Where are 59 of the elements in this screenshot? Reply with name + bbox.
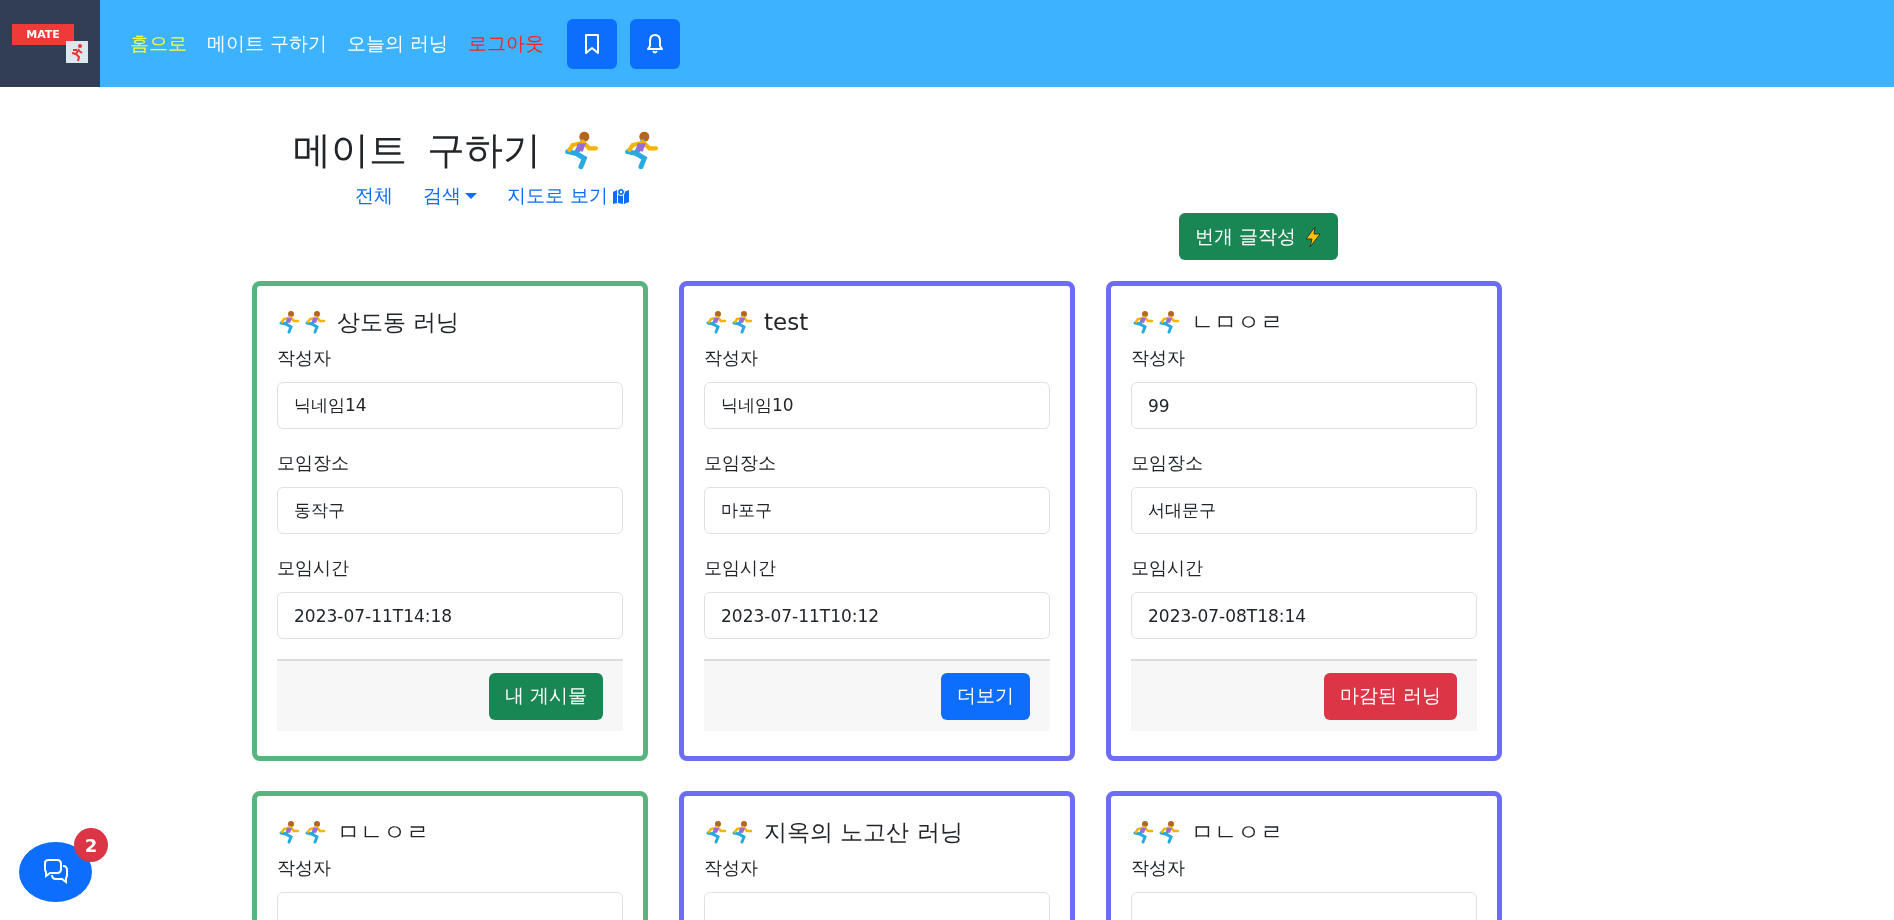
field-label: 모임시간 xyxy=(277,556,350,580)
field-label: 작성자 xyxy=(277,346,332,370)
input-field[interactable]: 99 xyxy=(1131,382,1477,429)
runner-icon xyxy=(1131,310,1155,334)
runner-icon xyxy=(730,310,754,334)
page-title: 메이트 구하기 xyxy=(293,126,542,174)
runner-icon xyxy=(65,41,88,63)
field-label: 모임시간 xyxy=(1131,556,1204,580)
logo[interactable]: MATE xyxy=(12,24,74,45)
runner-icon xyxy=(1157,820,1181,844)
runner-icon xyxy=(704,310,728,334)
nav-link[interactable]: 메이트 구하기 xyxy=(207,30,328,57)
post-action-button[interactable]: 내 게시물 xyxy=(488,672,603,720)
nav-link[interactable]: 오늘의 러닝 xyxy=(347,30,449,57)
card-title: ㄴㅁㅇㄹ xyxy=(1191,307,1283,337)
bookmark-icon xyxy=(583,32,602,55)
input-field[interactable]: 닉네임10 xyxy=(704,382,1050,429)
field-label: 작성자 xyxy=(1131,856,1186,880)
input-field[interactable]: 2023-07-11T14:18 xyxy=(277,592,623,639)
runner-icon xyxy=(303,820,327,844)
field-label: 작성자 xyxy=(1131,346,1186,370)
field-label: 모임장소 xyxy=(704,451,777,475)
field-label: 모임시간 xyxy=(704,556,777,580)
input-field[interactable]: 동작구 xyxy=(277,487,623,534)
runner-icon xyxy=(1157,310,1181,334)
input-field[interactable]: 2023-07-11T10:12 xyxy=(704,592,1050,639)
field-label: 모임장소 xyxy=(1131,451,1204,475)
post-action-button[interactable]: 마감된 러닝 xyxy=(1323,672,1457,720)
runner-icon xyxy=(303,310,327,334)
card-title: test xyxy=(764,309,809,335)
search-dropdown[interactable]: 검색 xyxy=(423,183,477,209)
field-label: 모임장소 xyxy=(277,451,350,475)
input-field[interactable]: 2023-07-08T18:14 xyxy=(1131,592,1477,639)
runner-icon xyxy=(277,820,301,844)
bookmark-button[interactable] xyxy=(567,18,618,69)
card-title: ㅁㄴㅇㄹ xyxy=(337,817,429,847)
input-field[interactable]: 마포구 xyxy=(704,487,1050,534)
input-field[interactable]: 닉네임14 xyxy=(277,382,623,429)
lightning-icon xyxy=(1304,225,1322,248)
map-view-link[interactable]: 지도로 보기 xyxy=(507,183,631,209)
bell-icon xyxy=(645,32,666,55)
field-label: 작성자 xyxy=(704,856,759,880)
post-action-button[interactable]: 더보기 xyxy=(941,672,1030,720)
card-title: ㅁㄴㅇㄹ xyxy=(1191,817,1283,847)
input-field[interactable]: 서대문구 xyxy=(1131,487,1477,534)
notification-button[interactable] xyxy=(630,18,681,69)
runner-icon xyxy=(704,820,728,844)
runner-icon xyxy=(1131,820,1155,844)
runner-icon xyxy=(730,820,754,844)
filter-link[interactable]: 전체 xyxy=(355,183,393,209)
field-label: 작성자 xyxy=(277,856,332,880)
runner-icon xyxy=(277,310,301,334)
card-title: 상도동 러닝 xyxy=(337,307,460,337)
map-icon xyxy=(612,187,631,205)
field-label: 작성자 xyxy=(704,346,759,370)
caret-icon xyxy=(465,193,477,199)
notification-badge: 2 xyxy=(74,828,108,862)
card-title: 지옥의 노고산 러닝 xyxy=(764,817,963,847)
create-post-button[interactable]: 번개 글작성 xyxy=(1178,213,1338,260)
